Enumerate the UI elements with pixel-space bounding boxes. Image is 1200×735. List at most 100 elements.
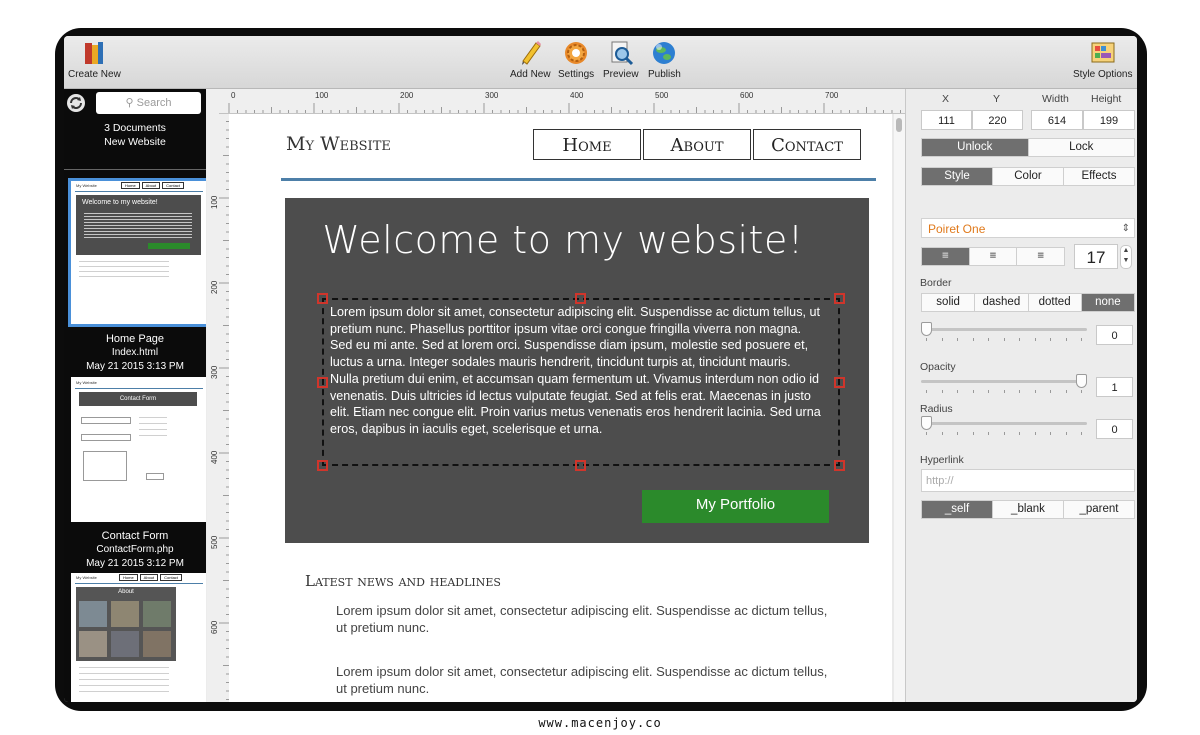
border-dotted-option[interactable]: dotted: [1029, 294, 1082, 311]
news-item[interactable]: Lorem ipsum dolor sit amet, consectetur …: [336, 602, 841, 636]
web-page-preview[interactable]: My Website Home About Contact Welcome to…: [229, 114, 892, 702]
opacity-field[interactable]: 1: [1096, 377, 1133, 397]
tab-effects[interactable]: Effects: [1064, 168, 1134, 185]
lock-option[interactable]: Lock: [1029, 139, 1135, 156]
resize-handle[interactable]: [317, 460, 328, 471]
preview-button[interactable]: Preview: [603, 40, 639, 80]
slider-tick: [926, 338, 927, 341]
align-left-icon[interactable]: ≡: [922, 248, 970, 265]
page-filename: Index.html: [111, 347, 159, 358]
slider-tick: [957, 390, 958, 393]
add-new-button[interactable]: Add New: [510, 40, 551, 80]
unlock-option[interactable]: Unlock: [922, 139, 1029, 156]
align-center-icon[interactable]: ≡: [970, 248, 1018, 265]
horizontal-ruler: 0 100 200 300 400 500 600 700: [207, 89, 905, 114]
y-field[interactable]: 220: [972, 110, 1023, 130]
news-item[interactable]: Lorem ipsum dolor sit amet, consectetur …: [336, 663, 841, 697]
thumb-logo: My Website: [76, 380, 97, 385]
page-thumbnail-contact[interactable]: My Website Contact Form: [71, 377, 206, 522]
ruler-label: 500: [210, 535, 219, 549]
thumb-hero-text: [84, 213, 192, 238]
canvas-scrollbar[interactable]: [894, 114, 905, 702]
slider-tick: [1003, 432, 1005, 435]
slider-tick: [1034, 432, 1036, 435]
align-right-icon[interactable]: ≡: [1017, 248, 1064, 265]
slider-tick: [1081, 338, 1082, 341]
radius-label: Radius: [920, 403, 953, 415]
opacity-label: Opacity: [920, 361, 956, 373]
selection-box[interactable]: [322, 298, 840, 466]
page-title: Home Page: [105, 333, 165, 345]
radius-slider[interactable]: [921, 415, 1087, 435]
ruler-label: 400: [210, 450, 219, 464]
thumb-photo: [111, 601, 139, 627]
site-logo[interactable]: My Website: [286, 133, 391, 155]
border-solid-option[interactable]: solid: [922, 294, 976, 311]
border-dashed-option[interactable]: dashed: [975, 294, 1029, 311]
slider-tick: [957, 338, 958, 341]
resize-handle[interactable]: [317, 293, 328, 304]
header-divider: [281, 178, 876, 181]
slider-thumb[interactable]: [1076, 374, 1087, 388]
slider-tick: [972, 432, 974, 435]
thumb-submit: [146, 473, 164, 480]
ruler-label: 300: [485, 91, 499, 100]
border-slider[interactable]: [921, 321, 1087, 341]
slider-track: [921, 328, 1087, 331]
nav-contact-button[interactable]: Contact: [753, 129, 861, 160]
target-self-option[interactable]: _self: [922, 501, 993, 518]
inspector-tabs: Style Color Effects: [921, 167, 1135, 186]
page-date: May 21 2015 3:12 PM: [86, 558, 184, 569]
settings-button[interactable]: Settings: [558, 40, 594, 80]
target-parent-option[interactable]: _parent: [1064, 501, 1134, 518]
slider-tick: [941, 432, 943, 435]
slider-tick: [1019, 338, 1020, 341]
height-field[interactable]: 199: [1083, 110, 1135, 130]
ruler-label: 600: [740, 91, 754, 100]
x-field[interactable]: 111: [921, 110, 972, 130]
publish-label: Publish: [648, 69, 681, 80]
resize-handle[interactable]: [317, 377, 328, 388]
hyperlink-input[interactable]: http://: [921, 469, 1135, 492]
page-thumbnail-about[interactable]: My Website Home About Contact About: [71, 573, 206, 702]
search-input[interactable]: ⚲ Search: [96, 92, 201, 114]
style-options-button[interactable]: Style Options: [1073, 40, 1132, 80]
radius-field[interactable]: 0: [1096, 419, 1133, 439]
portfolio-button[interactable]: My Portfolio: [642, 490, 829, 523]
opacity-slider[interactable]: [921, 373, 1087, 393]
hyperlink-label: Hyperlink: [920, 454, 964, 466]
border-none-option[interactable]: none: [1081, 294, 1134, 311]
publish-button[interactable]: Publish: [648, 40, 681, 80]
tab-color[interactable]: Color: [993, 168, 1064, 185]
border-width-field[interactable]: 0: [1096, 325, 1133, 345]
font-size-stepper[interactable]: ▲ ▼: [1120, 245, 1132, 269]
hero-title[interactable]: Welcome to my website!: [285, 218, 841, 262]
font-size-field[interactable]: 17: [1074, 244, 1118, 269]
hero-section[interactable]: Welcome to my website! Lorem ipsum dolor…: [285, 198, 869, 543]
slider-thumb[interactable]: [921, 416, 932, 430]
tab-style[interactable]: Style: [922, 168, 993, 185]
ruler-label: 200: [400, 91, 414, 100]
create-new-button[interactable]: Create New: [68, 40, 121, 80]
resize-handle[interactable]: [834, 460, 845, 471]
target-blank-option[interactable]: _blank: [993, 501, 1064, 518]
nav-about-button[interactable]: About: [643, 129, 751, 160]
slider-thumb[interactable]: [921, 322, 932, 336]
thumb-news: [79, 667, 169, 693]
resize-handle[interactable]: [834, 377, 845, 388]
news-heading[interactable]: Latest news and headlines: [305, 572, 501, 590]
nav-home-button[interactable]: Home: [533, 129, 641, 160]
resize-handle[interactable]: [834, 293, 845, 304]
width-field[interactable]: 614: [1031, 110, 1083, 130]
font-select[interactable]: Poiret One ⇕: [921, 218, 1135, 238]
thumb-about-title: About: [118, 589, 134, 595]
resize-handle[interactable]: [575, 460, 586, 471]
resize-handle[interactable]: [575, 293, 586, 304]
ruler-label: 600: [210, 620, 219, 634]
scrollbar-thumb[interactable]: [896, 118, 902, 132]
sync-icon[interactable]: [67, 94, 85, 112]
page-thumbnail-home[interactable]: My Website Home About Contact Welcome to…: [68, 178, 206, 327]
thumb-nav: Home About Contact: [119, 574, 182, 581]
ruler-label: 100: [315, 91, 329, 100]
editor-canvas[interactable]: 0 100 200 300 400 500 600 700 100 200 30…: [207, 89, 905, 702]
